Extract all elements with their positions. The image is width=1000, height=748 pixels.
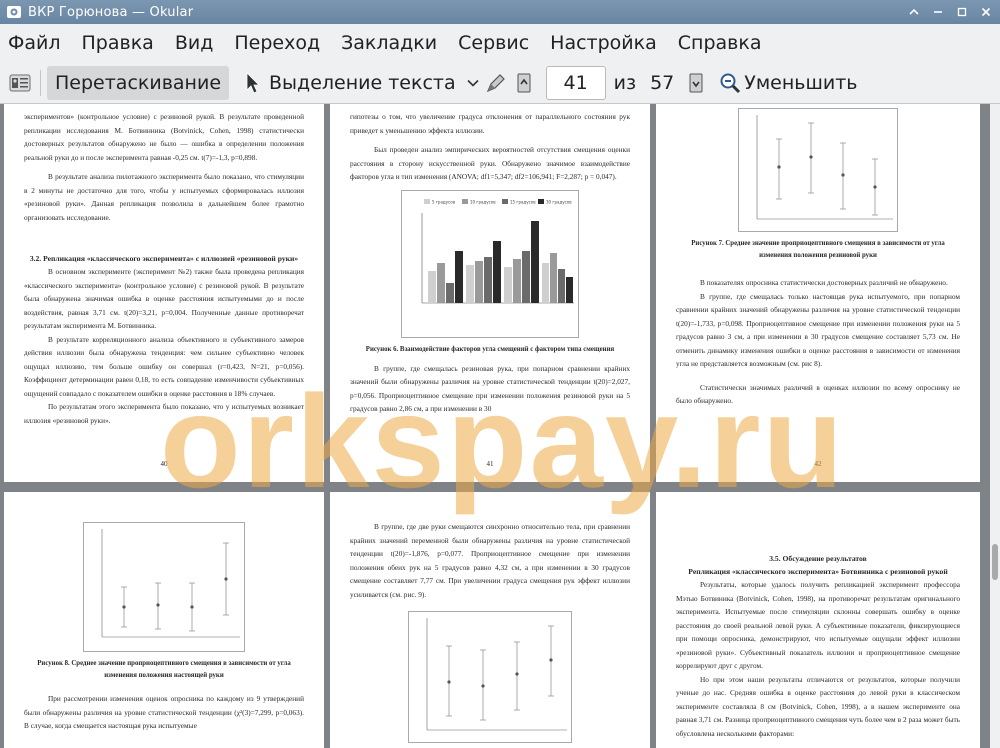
zoom-out-icon[interactable] — [716, 69, 744, 97]
sidebar-toggle-icon[interactable] — [6, 69, 34, 97]
page-45: 3.5. Обсуждение результатов Репликация «… — [656, 492, 980, 748]
legend-swatch — [462, 198, 468, 204]
window-title: ВКР Горюнова — Okular — [28, 4, 194, 20]
cursor-arrow-icon — [239, 69, 267, 97]
page-paragraph: При рассмотрении изменения оценок опросн… — [24, 694, 304, 730]
error-bar-chart — [756, 115, 893, 220]
previous-page-icon[interactable] — [510, 69, 538, 97]
bar-chart-figure: 5 градусов 10 градусов 15 градусов 30 гр… — [401, 189, 579, 338]
menu-settings[interactable]: Настройка — [550, 32, 657, 54]
page-paragraph: экспериментов» (контрольное условие) с р… — [24, 112, 304, 162]
page-paragraph: В основном эксперименте (эксперимент №2)… — [24, 267, 304, 330]
page-of-label: из — [613, 71, 637, 94]
browse-tool-button[interactable]: Перетаскивание — [47, 65, 230, 100]
page-number-input[interactable]: 41 — [545, 65, 606, 100]
page-paragraph: Результаты, которые удалось получить реп… — [676, 580, 960, 670]
legend-swatch — [502, 198, 508, 204]
legend-label: 30 градусов — [546, 199, 572, 204]
figure-caption: Рисунок 6. Взаимодействие факторов угла … — [365, 345, 615, 353]
maximize-button[interactable] — [952, 2, 972, 22]
error-bars — [776, 122, 878, 216]
document-viewport[interactable]: экспериментов» (контрольное условие) с р… — [0, 104, 990, 748]
error-bar-chart-figure — [408, 611, 572, 743]
error-bars — [121, 542, 229, 632]
title-bar: ВКР Горюнова — Okular — [0, 0, 1000, 24]
error-bar-chart — [101, 529, 240, 638]
close-button[interactable] — [976, 2, 996, 22]
legend-swatch — [538, 198, 544, 204]
page-paragraph: гипотезы о том, что увеличение градуса о… — [350, 112, 630, 135]
page-paragraph: В результате корреляционного анализа объ… — [24, 334, 304, 398]
vertical-scrollbar[interactable] — [990, 104, 1000, 748]
bars — [428, 220, 573, 303]
page-42: Рисунок 7. Среднее значение проприоцепти… — [656, 104, 980, 482]
chevron-down-icon[interactable] — [464, 69, 482, 97]
error-bar-chart-figure — [738, 108, 898, 232]
error-bars — [446, 625, 554, 721]
page-paragraph: Но при этом наши результаты отличаются о… — [676, 674, 960, 738]
menu-go[interactable]: Переход — [234, 32, 320, 54]
menu-bookmarks[interactable]: Закладки — [341, 32, 437, 54]
page-paragraph: В показателях опросника статистически до… — [700, 278, 948, 287]
legend-label: 15 градусов — [510, 199, 536, 204]
menu-tools[interactable]: Сервис — [458, 32, 529, 54]
figure-caption: Рисунок 7. Среднее значение проприоцепти… — [691, 240, 945, 259]
page-41: гипотезы о том, что увеличение градуса о… — [330, 104, 650, 482]
scrollbar-thumb[interactable] — [992, 544, 998, 580]
menu-view[interactable]: Вид — [175, 32, 214, 54]
total-pages-label: 57 — [650, 71, 675, 94]
page-paragraph: В группе, где смещалась только настоящая… — [676, 291, 960, 369]
page-44: В группе, где две руки смещаются синхрон… — [330, 492, 650, 748]
annotate-pen-icon[interactable] — [482, 69, 510, 97]
page-paragraph: В группе, где две руки смещаются синхрон… — [350, 522, 630, 599]
mean-points — [447, 658, 553, 688]
zoom-out-button[interactable]: Уменьшить — [744, 66, 865, 100]
page-paragraph: По результатам этого эксперимента было п… — [24, 402, 304, 425]
page-paragraph: Был проведен анализ эмпирических вероятн… — [350, 145, 630, 181]
page-paragraph: В результате анализа пилотажного экспери… — [24, 172, 304, 222]
chevron-up-icon[interactable] — [904, 2, 924, 22]
mean-points — [122, 577, 228, 609]
error-bar-chart — [426, 618, 567, 731]
page-43: Рисунок 8. Среднее значение проприоцепти… — [4, 492, 324, 748]
toolbar-separator — [40, 69, 41, 96]
section-subheading: Репликация «классического эксперимента» … — [688, 567, 948, 576]
legend-label: 5 градусов — [432, 199, 456, 204]
page-paragraph: В группе, где смещалась резиновая рука, … — [350, 363, 630, 414]
page-number: 40 — [160, 460, 168, 468]
figure-caption: Рисунок 8. Среднее значение проприоцепти… — [37, 660, 291, 679]
legend-swatch — [424, 198, 430, 204]
error-bar-chart-figure — [83, 522, 245, 652]
page-40: экспериментов» (контрольное условие) с р… — [4, 104, 324, 482]
page-number: 42 — [814, 460, 822, 468]
menu-edit[interactable]: Правка — [82, 32, 154, 54]
menu-help[interactable]: Справка — [678, 32, 762, 54]
next-page-icon[interactable] — [682, 69, 710, 97]
mean-points — [777, 155, 877, 189]
menu-file[interactable]: Файл — [8, 32, 61, 54]
page-paragraph: Статистически значимых различий в оценка… — [676, 382, 960, 406]
toolbar: Перетаскивание Выделение текста 41 из 57 — [0, 62, 1000, 104]
section-heading: 3.5. Обсуждение результатов — [769, 554, 867, 563]
bar-chart: 5 градусов 10 градусов 15 градусов 30 гр… — [421, 198, 574, 303]
section-heading: 3.2. Репликация «классического экспериме… — [29, 254, 299, 263]
text-selection-tool-button[interactable]: Выделение текста — [267, 66, 464, 100]
legend-label: 10 градусов — [470, 199, 496, 204]
minimize-button[interactable] — [928, 2, 948, 22]
okular-app-icon — [7, 6, 21, 18]
page-number: 41 — [486, 460, 494, 468]
menu-bar: Файл Правка Вид Переход Закладки Сервис … — [0, 24, 1000, 62]
